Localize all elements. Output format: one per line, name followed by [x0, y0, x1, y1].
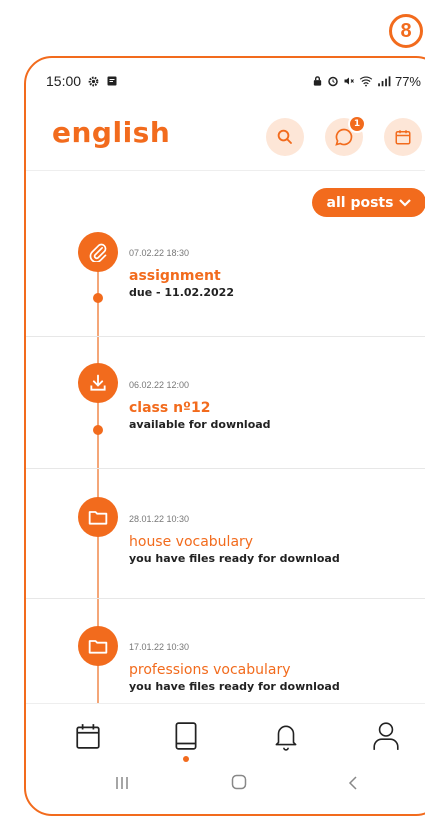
signal-icon [378, 76, 391, 87]
download-icon [90, 374, 106, 391]
post-title: assignment [129, 268, 221, 284]
posts-filter-dropdown[interactable]: all posts [312, 188, 425, 217]
home-button[interactable] [231, 774, 247, 795]
post-subtitle: you have files ready for download [129, 680, 340, 693]
back-chevron-icon [348, 776, 357, 790]
settings-gear-icon [88, 76, 99, 86]
nav-calendar[interactable] [68, 716, 108, 756]
post-date: 28.01.22 10:30 [129, 514, 190, 524]
divider [26, 468, 425, 469]
lock-icon [313, 76, 322, 86]
chat-notification-badge: 1 [348, 115, 366, 133]
paperclip-icon [89, 243, 107, 262]
nav-profile[interactable] [366, 716, 406, 756]
post-icon-folder [78, 497, 118, 537]
timeline-dot [93, 425, 103, 435]
post-item[interactable]: 28.01.22 10:30 house vocabulary you have… [129, 514, 340, 565]
post-subtitle: you have files ready for download [129, 552, 340, 565]
post-date: 07.02.22 18:30 [129, 248, 190, 258]
chat-button[interactable]: 1 [325, 115, 366, 156]
back-button[interactable] [348, 774, 358, 795]
recent-apps-button[interactable] [114, 774, 130, 795]
post-item[interactable]: 07.02.22 18:30 assignment due - 11.02.20… [129, 248, 234, 299]
book-icon [175, 722, 197, 750]
post-icon-download [78, 363, 118, 403]
step-number-badge: 8 [389, 14, 423, 48]
post-title: professions vocabulary [129, 662, 291, 678]
post-date: 17.01.22 10:30 [129, 642, 190, 652]
recents-icon [116, 777, 128, 789]
folder-icon [88, 640, 108, 654]
chevron-down-icon [399, 198, 412, 207]
system-navigation-bar [26, 766, 425, 806]
filter-label: all posts [326, 194, 394, 211]
timeline-dot [93, 293, 103, 303]
post-item[interactable]: 17.01.22 10:30 professions vocabulary yo… [129, 642, 340, 693]
divider [26, 336, 425, 337]
nav-courses[interactable] [166, 716, 206, 756]
profile-icon [373, 722, 399, 750]
post-item[interactable]: 06.02.22 12:00 class nº12 available for … [129, 380, 271, 431]
post-icon-attachment [78, 232, 118, 272]
active-tab-indicator [183, 756, 189, 762]
bell-icon [275, 725, 297, 751]
wifi-icon [359, 76, 373, 87]
calendar-icon [395, 130, 411, 145]
phone-frame: 15:00 77% english 1 all posts 07.02.22 1… [24, 56, 425, 816]
app-header: english 1 [26, 98, 425, 171]
nav-notifications[interactable] [266, 716, 306, 756]
page-title: english [52, 116, 171, 149]
alarm-icon [328, 76, 338, 87]
post-subtitle: available for download [129, 418, 271, 431]
home-icon [231, 774, 247, 790]
calendar-icon [76, 724, 100, 749]
message-icon [107, 76, 117, 86]
folder-icon [88, 511, 108, 525]
post-icon-folder [78, 626, 118, 666]
search-icon [277, 129, 292, 144]
calendar-button[interactable] [384, 118, 422, 156]
post-date: 06.02.22 12:00 [129, 380, 190, 390]
post-title: class nº12 [129, 400, 211, 416]
status-bar: 15:00 77% [46, 70, 425, 92]
post-subtitle: due - 11.02.2022 [129, 286, 234, 299]
mute-icon [344, 77, 354, 85]
battery-percentage: 77% [394, 73, 421, 89]
search-button[interactable] [266, 118, 304, 156]
post-title: house vocabulary [129, 534, 254, 550]
status-time: 15:00 [46, 73, 82, 89]
divider [26, 598, 425, 599]
bottom-navigation [26, 703, 425, 766]
